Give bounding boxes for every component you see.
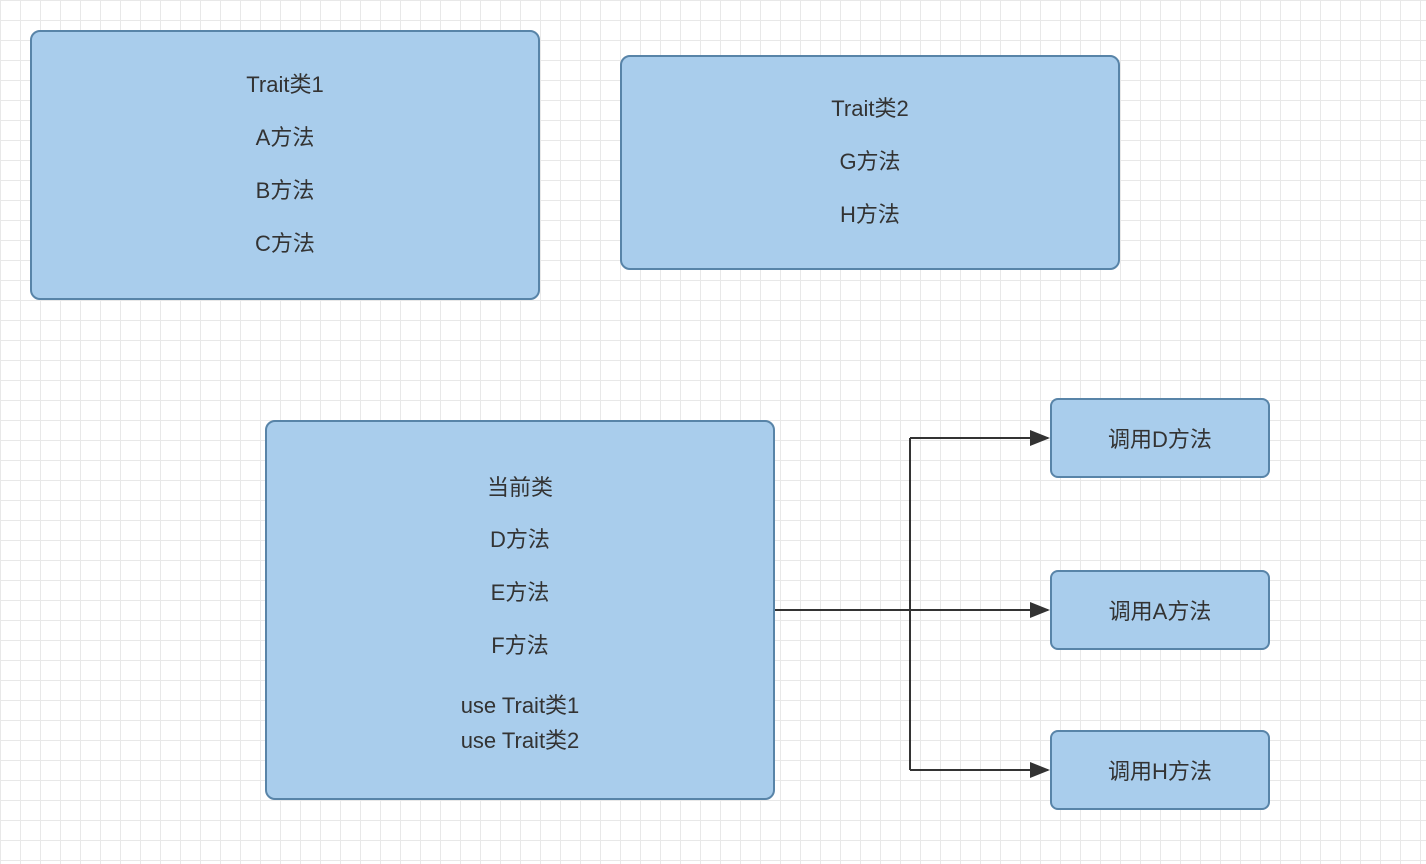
trait1-title: Trait类1 bbox=[246, 70, 323, 101]
current-class-use1: use Trait类1 bbox=[461, 691, 580, 722]
trait2-title: Trait类2 bbox=[831, 94, 908, 125]
current-class-use2: use Trait类2 bbox=[461, 726, 580, 757]
trait1-method-c: C方法 bbox=[255, 229, 315, 260]
call-d-label: 调用D方法 bbox=[1108, 422, 1212, 454]
current-class-method-e: E方法 bbox=[491, 578, 550, 609]
trait1-box: Trait类1 A方法 B方法 C方法 bbox=[30, 30, 540, 300]
trait2-method-h: H方法 bbox=[840, 200, 900, 231]
call-h-box: 调用H方法 bbox=[1050, 730, 1270, 810]
call-d-box: 调用D方法 bbox=[1050, 398, 1270, 478]
call-a-box: 调用A方法 bbox=[1050, 570, 1270, 650]
current-class-box: 当前类 D方法 E方法 F方法 use Trait类1 use Trait类2 bbox=[265, 420, 775, 800]
current-class-title: 当前类 bbox=[487, 473, 553, 504]
trait2-box: Trait类2 G方法 H方法 bbox=[620, 55, 1120, 270]
trait1-method-b: B方法 bbox=[256, 176, 315, 207]
call-h-label: 调用H方法 bbox=[1108, 754, 1212, 786]
current-class-method-d: D方法 bbox=[490, 525, 550, 556]
trait1-method-a: A方法 bbox=[256, 123, 315, 154]
current-class-method-f: F方法 bbox=[491, 631, 548, 662]
trait2-method-g: G方法 bbox=[839, 147, 900, 178]
call-a-label: 调用A方法 bbox=[1109, 594, 1212, 626]
